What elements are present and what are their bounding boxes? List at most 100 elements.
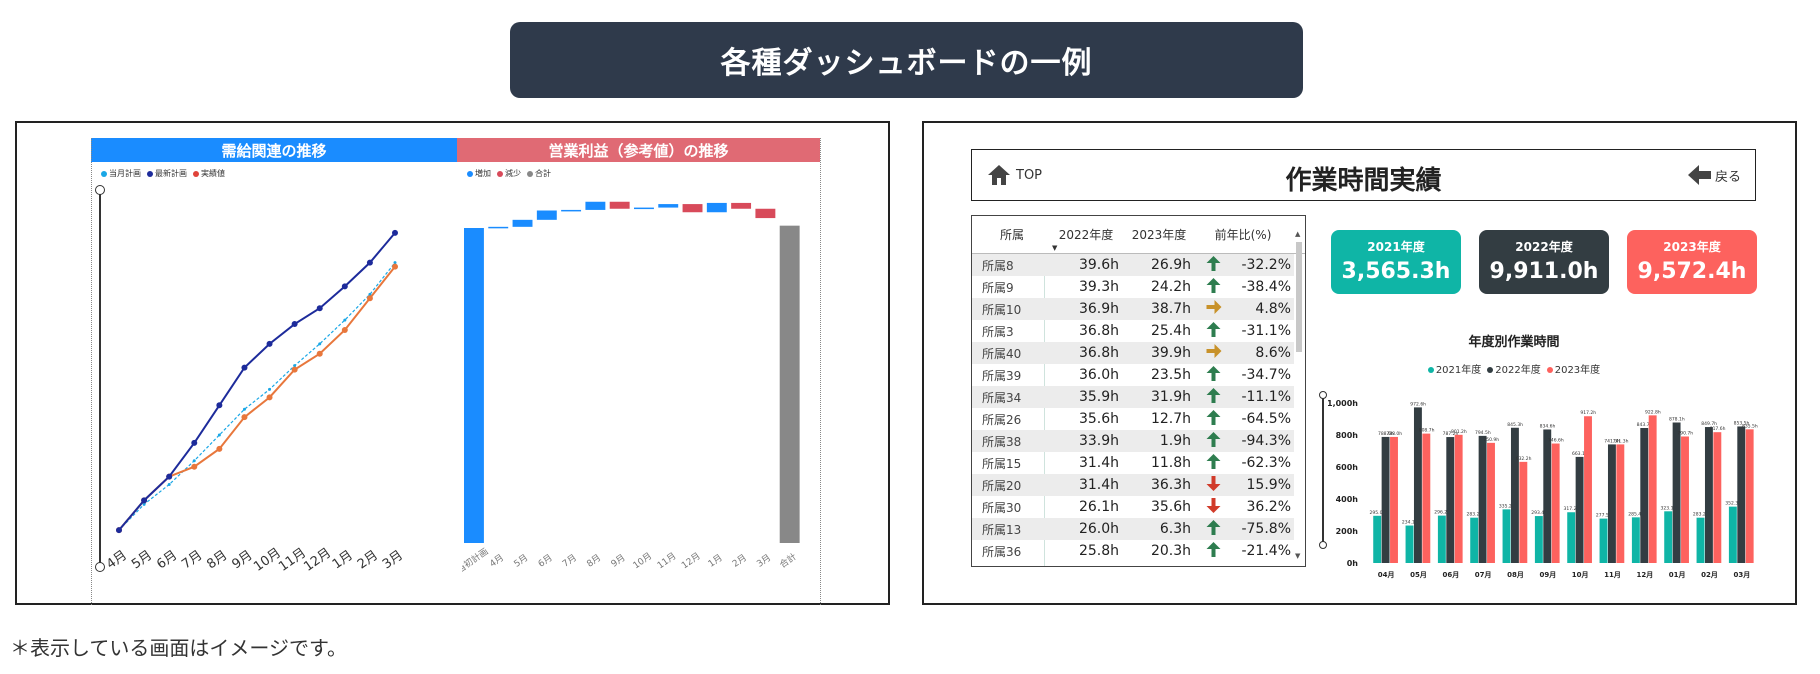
line-point-1-10: [366, 259, 373, 266]
table-row[interactable]: 所属8 39.6h 26.9h -32.2%: [972, 254, 1294, 276]
cell-pct: -62.3%: [1241, 455, 1291, 471]
bar-label-7-2: 741.3h: [1613, 438, 1629, 444]
waterfall-bar-11: [731, 202, 752, 209]
bar-x-tick-0: 04月: [1378, 571, 1395, 579]
bar-label-8-2: 922.8h: [1645, 409, 1661, 415]
back-button[interactable]: 戻る: [1687, 164, 1741, 186]
cell-pct: -64.5%: [1241, 411, 1291, 427]
waterfall-x-tick-4: 7月: [560, 552, 578, 569]
cell-y2023: 25.4h: [1150, 323, 1191, 339]
table-row[interactable]: 所属40 36.8h 39.9h 8.6%: [972, 342, 1294, 364]
bar-2-1: [1446, 437, 1455, 563]
scroll-thumb[interactable]: [1296, 242, 1302, 352]
bar-10-1: [1704, 427, 1713, 563]
bar-11-2: [1745, 429, 1754, 563]
header-dept[interactable]: 所属: [972, 226, 1052, 243]
header-2022[interactable]: 2022年度: [1052, 226, 1120, 243]
table-row[interactable]: 所属39 36.0h 23.5h -34.7%: [972, 364, 1294, 386]
table-row[interactable]: 所属3 36.8h 25.4h -31.1%: [972, 320, 1294, 342]
line-point-0-5: [242, 407, 246, 411]
line-series-0: [118, 262, 396, 531]
demand-header: 需給関連の推移: [91, 138, 457, 162]
dashboard-title: 作業時間実績: [1285, 166, 1442, 196]
table-row[interactable]: 所属10 36.9h 38.7h 4.8%: [972, 298, 1294, 320]
table-row[interactable]: 所属38 33.9h 1.9h -94.3%: [972, 430, 1294, 452]
card-2023: 2023年度 9,572.4h: [1627, 230, 1757, 294]
waterfall-bar-4: [561, 209, 582, 212]
bar-slider-top-handle[interactable]: [1319, 391, 1327, 399]
bar-10-0: [1696, 517, 1705, 563]
bar-legend-label-0: 2021年度: [1435, 365, 1482, 376]
header-2023[interactable]: 2023年度: [1120, 226, 1198, 243]
bar-x-tick-8: 12月: [1636, 571, 1653, 579]
line-legend-item-2: 実績値: [193, 168, 225, 179]
line-legend-label-1: 最新計画: [155, 169, 187, 178]
bar-5-1: [1543, 429, 1552, 563]
bar-range-slider[interactable]: [1318, 391, 1328, 549]
slider-bottom-handle[interactable]: [95, 562, 105, 572]
bar-y-tick-2: 400h: [1336, 495, 1359, 504]
trend-up-arrow-icon: [1191, 365, 1221, 386]
table-row[interactable]: 所属13 26.0h 6.3h -75.8%: [972, 518, 1294, 540]
sort-desc-icon[interactable]: ▼: [1052, 244, 1057, 252]
line-point-2-11: [392, 263, 398, 270]
waterfall-bar-8: [658, 204, 679, 208]
line-series-2: [118, 265, 396, 531]
waterfall-x-tick-0: 当初計画: [462, 545, 490, 575]
table-row[interactable]: 所属15 31.4h 11.8h -62.3%: [972, 452, 1294, 474]
bar-legend-swatch-1: [1487, 367, 1494, 373]
line-point-2-6: [266, 394, 273, 401]
line-legend-swatch-2: [193, 170, 199, 177]
bar-5-0: [1534, 516, 1543, 563]
table-row[interactable]: 所属30 26.1h 35.6h 36.2%: [972, 496, 1294, 518]
line-point-1-7: [291, 321, 298, 328]
cell-y2022: 25.8h: [1078, 543, 1119, 559]
trend-up-arrow-icon: [1191, 387, 1221, 408]
bar-legend-label-2: 2023年度: [1554, 365, 1601, 376]
table-row[interactable]: 所属34 35.9h 31.9h -11.1%: [972, 386, 1294, 408]
line-point-0-9: [343, 318, 347, 322]
bar-8-0: [1631, 517, 1640, 563]
line-point-2-3: [191, 463, 198, 470]
cell-y2023: 12.7h: [1150, 411, 1191, 427]
table-row[interactable]: 所属26 35.6h 12.7h -64.5%: [972, 408, 1294, 430]
bar-x-tick-3: 07月: [1475, 571, 1492, 579]
cell-pct: 15.9%: [1246, 477, 1291, 493]
bar-y-tick-0: 0h: [1347, 559, 1359, 568]
cell-pct: 4.8%: [1255, 301, 1291, 317]
bar-y-tick-5: 1,000h: [1328, 399, 1358, 408]
bar-0-1: [1381, 436, 1390, 563]
line-legend-swatch-1: [147, 170, 153, 177]
dashboard-header: TOP 作業時間実績 戻る: [971, 149, 1756, 201]
bar-legend-swatch-0: [1427, 367, 1434, 373]
waterfall-bar-6: [609, 201, 630, 209]
cell-pct: -75.8%: [1241, 521, 1291, 537]
bar-9-1: [1672, 422, 1681, 563]
bar-slider-bottom-handle[interactable]: [1319, 541, 1327, 549]
table-row[interactable]: 所属9 39.3h 24.2h -38.4%: [972, 276, 1294, 298]
cell-y2023: 35.6h: [1150, 499, 1191, 515]
table-row[interactable]: 所属36 25.8h 20.3h -21.4%: [972, 540, 1294, 562]
slider-top-handle[interactable]: [95, 185, 105, 195]
profit-header-label: 営業利益（参考値）の推移: [548, 141, 729, 160]
waterfall-x-tick-1: 4月: [488, 552, 506, 569]
trend-up-arrow-icon: [1191, 431, 1221, 452]
bar-4-0: [1502, 509, 1511, 563]
bar-4-1: [1510, 427, 1519, 563]
header-ratio[interactable]: 前年比(%): [1198, 226, 1288, 243]
bar-y-tick-4: 800h: [1336, 431, 1359, 440]
bar-x-tick-7: 11月: [1604, 571, 1621, 579]
cell-dept: 所属36: [982, 544, 1022, 559]
bar-label-0-2: 788.0h: [1386, 431, 1402, 437]
bar-8-1: [1640, 428, 1649, 563]
card-2022-value: 9,911.0h: [1489, 259, 1599, 284]
table-row[interactable]: 所属20 31.4h 36.3h 15.9%: [972, 474, 1294, 496]
table-scrollbar[interactable]: ▲ ▼: [1295, 230, 1303, 560]
bar-6-1: [1575, 456, 1584, 563]
line-point-1-9: [341, 283, 348, 290]
vertical-range-slider[interactable]: [95, 185, 105, 572]
scroll-up-icon[interactable]: ▲: [1295, 230, 1300, 238]
bar-x-tick-11: 03月: [1733, 571, 1750, 579]
bar-legend-item-0: 2021年度: [1427, 361, 1482, 376]
scroll-down-icon[interactable]: ▼: [1295, 552, 1300, 560]
